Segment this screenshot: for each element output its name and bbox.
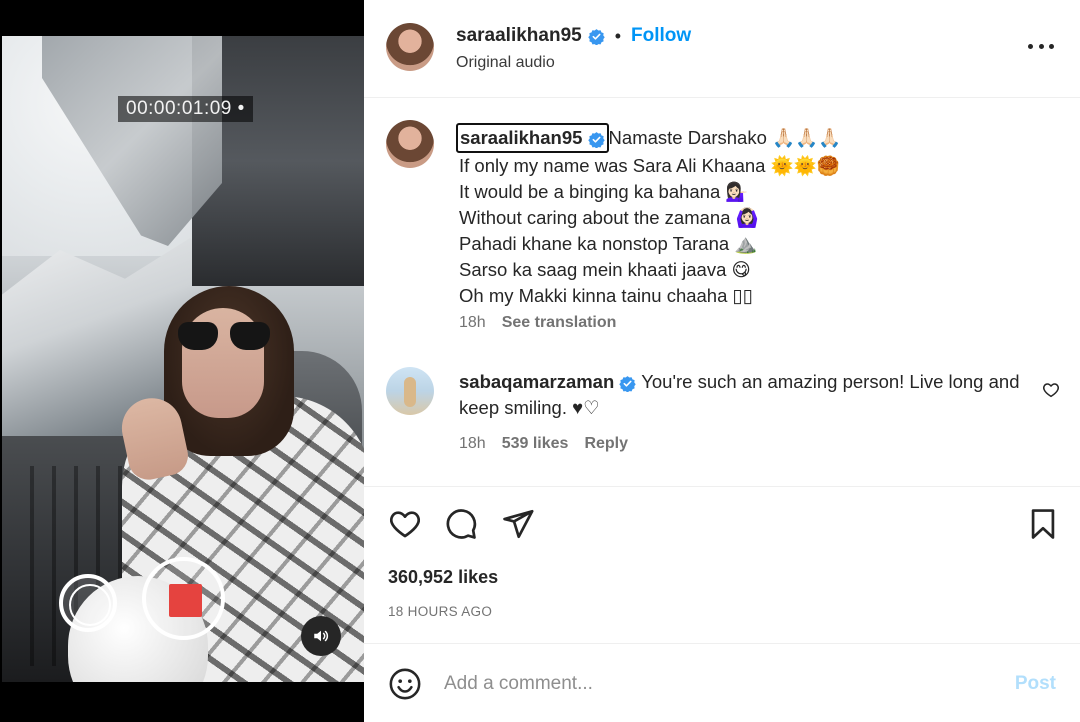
caption-line: Sarso ka saag mein khaati jaava 😋 (459, 259, 751, 280)
caption-line: Without caring about the zamana 🙆🏻‍♀️ (459, 207, 759, 228)
caption-line: Pahadi khane ka nonstop Tarana ⛰️ (459, 233, 758, 254)
heart-icon[interactable] (388, 507, 422, 541)
post-media[interactable]: 00:00:01:09 • (0, 0, 364, 722)
comment-timestamp[interactable]: 18h (459, 435, 486, 453)
comment-likes-link[interactable]: 539 likes (502, 435, 569, 453)
avatar[interactable] (386, 120, 434, 168)
stop-square-icon (169, 584, 202, 617)
audio-toggle-button[interactable] (301, 616, 341, 656)
see-translation-button[interactable]: See translation (502, 314, 617, 332)
caption-meta: 18h See translation (459, 314, 616, 332)
original-audio-link[interactable]: Original audio (456, 54, 555, 72)
more-options-icon[interactable] (1028, 36, 1054, 56)
post-likes-count[interactable]: 360,952 likes (388, 567, 498, 588)
post-caption: saraalikhan95 Namaste Darshako 🙏🏻🙏🏻🙏🏻 If… (456, 123, 1049, 309)
post-details-panel: saraalikhan95 • Follow Original audio sa… (364, 0, 1080, 722)
verified-badge-icon (587, 28, 605, 45)
record-stop-button (142, 557, 225, 640)
comments-section: saraalikhan95 Namaste Darshako 🙏🏻🙏🏻🙏🏻 If… (364, 99, 1080, 485)
comment-meta: 18h 539 likes Reply (459, 435, 628, 453)
post-header: saraalikhan95 • Follow Original audio (364, 0, 1080, 98)
add-comment-bar: Post (364, 645, 1080, 722)
camera-switch-button (59, 574, 117, 632)
caption-line: It would be a binging ka bahana 💁🏻‍♀️ (459, 181, 749, 202)
caption-line: Oh my Makki kinna tainu chaaha ▯▯ (459, 285, 753, 306)
post-comment-button[interactable]: Post (1015, 673, 1056, 695)
comment-username-link[interactable]: sabaqamarzaman (459, 371, 614, 392)
bookmark-icon[interactable] (1026, 507, 1060, 541)
smiley-icon[interactable] (388, 667, 422, 701)
comment-input[interactable] (444, 667, 964, 701)
avatar[interactable] (386, 23, 434, 71)
comment-icon[interactable] (444, 507, 478, 541)
header-separator: • (614, 26, 622, 46)
caption-username-link[interactable]: saraalikhan95 (456, 123, 609, 153)
comment-item: sabaqamarzaman You're such an amazing pe… (459, 369, 1029, 421)
caption-timestamp[interactable]: 18h (459, 314, 486, 332)
video-player[interactable]: 00:00:01:09 • (2, 36, 364, 682)
paper-plane-icon[interactable] (501, 507, 535, 541)
speaker-icon (314, 630, 329, 642)
caption-line: Namaste Darshako 🙏🏻🙏🏻🙏🏻 (608, 127, 842, 148)
video-person-sunglasses (178, 322, 270, 352)
post-timestamp[interactable]: 18 HOURS AGO (388, 604, 492, 619)
verified-badge-icon (587, 131, 605, 148)
caption-line: If only my name was Sara Ali Khaana 🌞🌞🥮 (459, 155, 840, 176)
avatar[interactable] (386, 367, 434, 415)
comment-like-heart-icon[interactable] (1042, 381, 1060, 399)
post-actions: 360,952 likes 18 HOURS AGO (364, 486, 1080, 644)
video-timer: 00:00:01:09 • (118, 96, 253, 122)
follow-button[interactable]: Follow (631, 24, 691, 48)
reply-button[interactable]: Reply (584, 435, 628, 453)
header-username-link[interactable]: saraalikhan95 (456, 24, 582, 48)
verified-badge-icon (619, 375, 637, 392)
